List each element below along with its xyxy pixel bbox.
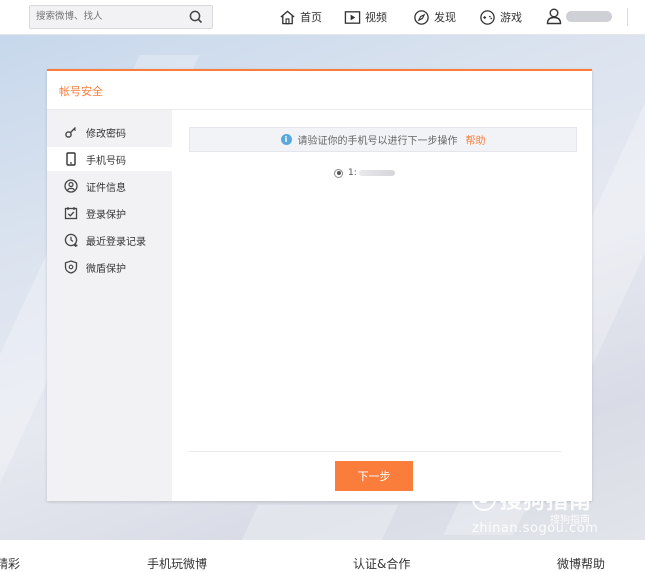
sidebar-item-shield-protection[interactable]: 微盾保护 — [47, 255, 172, 279]
notice-text: 请验证你的手机号以进行下一步操作 — [297, 136, 458, 147]
shield-icon — [64, 260, 78, 274]
phone-radio[interactable] — [334, 168, 343, 178]
verification-notice: i 请验证你的手机号以进行下一步操作 帮助 — [189, 127, 577, 152]
recent-login-icon — [64, 233, 78, 247]
watermark: S 搜狗指南 搜狗指南 zhinan.sogou.com — [472, 483, 598, 536]
phone-number-prefix: 1: — [348, 168, 357, 178]
top-nav-bar: 首页 视频 发现 游戏 — [0, 0, 645, 35]
sidebar-item-recent-logins[interactable]: 最近登录记录 — [47, 228, 172, 252]
sidebar-item-change-password[interactable]: 修改密码 — [47, 120, 172, 144]
nav-divider — [627, 8, 628, 26]
username-redacted[interactable] — [566, 11, 612, 22]
video-icon — [344, 10, 361, 24]
nav-game[interactable]: 游戏 — [479, 7, 522, 27]
phone-icon — [66, 152, 76, 166]
footer-link[interactable]: 手机玩微博 — [147, 555, 207, 572]
sidebar-item-label: 登录保护 — [86, 209, 126, 221]
divider — [189, 451, 561, 452]
help-link[interactable]: 帮助 — [466, 132, 486, 147]
search-icon[interactable] — [188, 9, 204, 25]
sogou-logo-icon: S — [472, 487, 496, 511]
sidebar-item-label: 证件信息 — [86, 182, 126, 194]
discover-icon — [414, 9, 429, 25]
nav-discover-label: 发现 — [434, 11, 456, 24]
search-box[interactable] — [29, 5, 213, 29]
phone-number-redacted — [358, 170, 395, 176]
nav-discover[interactable]: 发现 — [413, 7, 456, 27]
user-icon[interactable] — [545, 7, 563, 25]
search-input[interactable] — [36, 8, 176, 25]
sidebar-item-label: 手机号码 — [86, 155, 126, 167]
home-icon — [280, 9, 295, 24]
nav-video[interactable]: 视频 — [344, 7, 387, 27]
info-icon: i — [280, 134, 292, 145]
sidebar-item-phone-number[interactable]: 手机号码 — [47, 147, 172, 171]
sidebar-item-label: 微盾保护 — [86, 263, 126, 275]
id-icon — [64, 179, 78, 193]
footer-link[interactable]: 微博帮助 — [557, 555, 605, 572]
footer-link[interactable]: 精彩 — [0, 555, 20, 572]
nav-video-label: 视频 — [365, 11, 387, 24]
footer-link[interactable]: 认证&合作 — [353, 555, 410, 572]
sidebar-item-id-info[interactable]: 证件信息 — [47, 174, 172, 198]
account-security-panel: 帐号安全 修改密码 手机号码 证件信息 登录保护 最近登录记录 微盾保护 i 请… — [47, 69, 592, 501]
sidebar-item-label: 修改密码 — [86, 128, 126, 140]
panel-title: 帐号安全 — [59, 85, 103, 98]
login-protect-icon — [64, 207, 78, 220]
game-icon — [480, 9, 495, 25]
nav-home[interactable]: 首页 — [279, 7, 322, 27]
watermark-url: zhinan.sogou.com — [472, 521, 599, 536]
phone-radio-option[interactable]: 1: — [334, 168, 395, 178]
sidebar-item-login-protection[interactable]: 登录保护 — [47, 201, 172, 225]
sidebar-item-label: 最近登录记录 — [86, 236, 146, 248]
nav-home-label: 首页 — [300, 11, 322, 24]
nav-game-label: 游戏 — [500, 11, 522, 24]
security-sidebar: 修改密码 手机号码 证件信息 登录保护 最近登录记录 微盾保护 — [47, 110, 172, 501]
key-icon — [65, 127, 77, 138]
next-step-button[interactable]: 下一步 — [335, 461, 413, 491]
